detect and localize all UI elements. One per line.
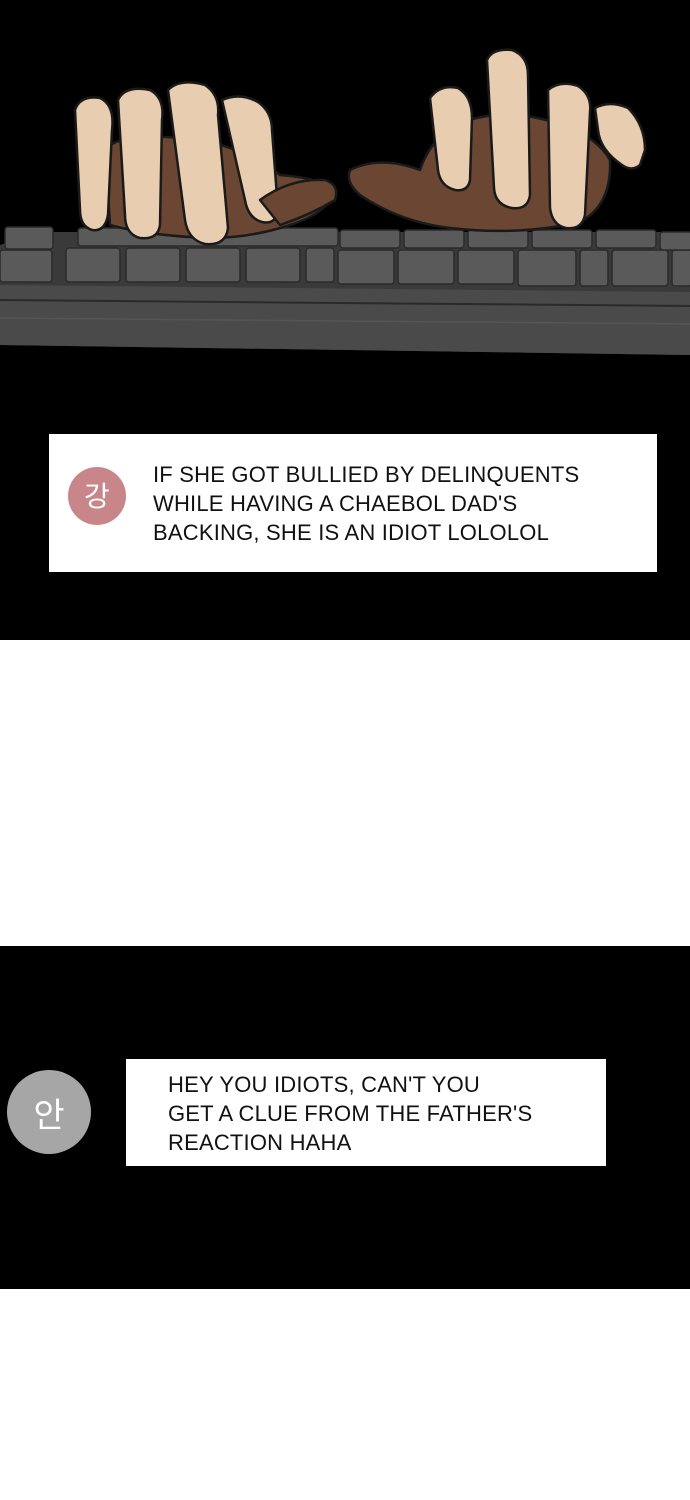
comic-panel-keyboard: 강 IF SHE GOT BULLIED BY DELINQUENTS WHIL… xyxy=(0,0,690,640)
comment-line: BACKING, SHE IS AN IDIOT LOLOLOL xyxy=(153,520,550,545)
hands-on-keyboard-illustration xyxy=(0,48,690,355)
comment-text: HEY YOU IDIOTS, CAN'T YOU GET A CLUE FRO… xyxy=(168,1070,598,1157)
comment-card: HEY YOU IDIOTS, CAN'T YOU GET A CLUE FRO… xyxy=(126,1059,606,1166)
comment-line: HEY YOU IDIOTS, CAN'T YOU xyxy=(168,1072,480,1097)
comment-card: 강 IF SHE GOT BULLIED BY DELINQUENTS WHIL… xyxy=(49,434,657,572)
comment-line: WHILE HAVING A CHAEBOL DAD'S xyxy=(153,491,518,516)
comment-line: GET A CLUE FROM THE FATHER'S xyxy=(168,1101,533,1126)
comment-line: IF SHE GOT BULLIED BY DELINQUENTS xyxy=(153,462,580,487)
comic-panel-comment: 안 HEY YOU IDIOTS, CAN'T YOU GET A CLUE F… xyxy=(0,946,690,1289)
comment-text: IF SHE GOT BULLIED BY DELINQUENTS WHILE … xyxy=(153,460,643,547)
avatar-initial: 안 xyxy=(33,1095,65,1136)
user-avatar: 강 xyxy=(68,467,126,525)
avatar-initial: 강 xyxy=(84,479,110,513)
comment-line: REACTION HAHA xyxy=(168,1130,352,1155)
user-avatar: 안 xyxy=(7,1070,91,1154)
